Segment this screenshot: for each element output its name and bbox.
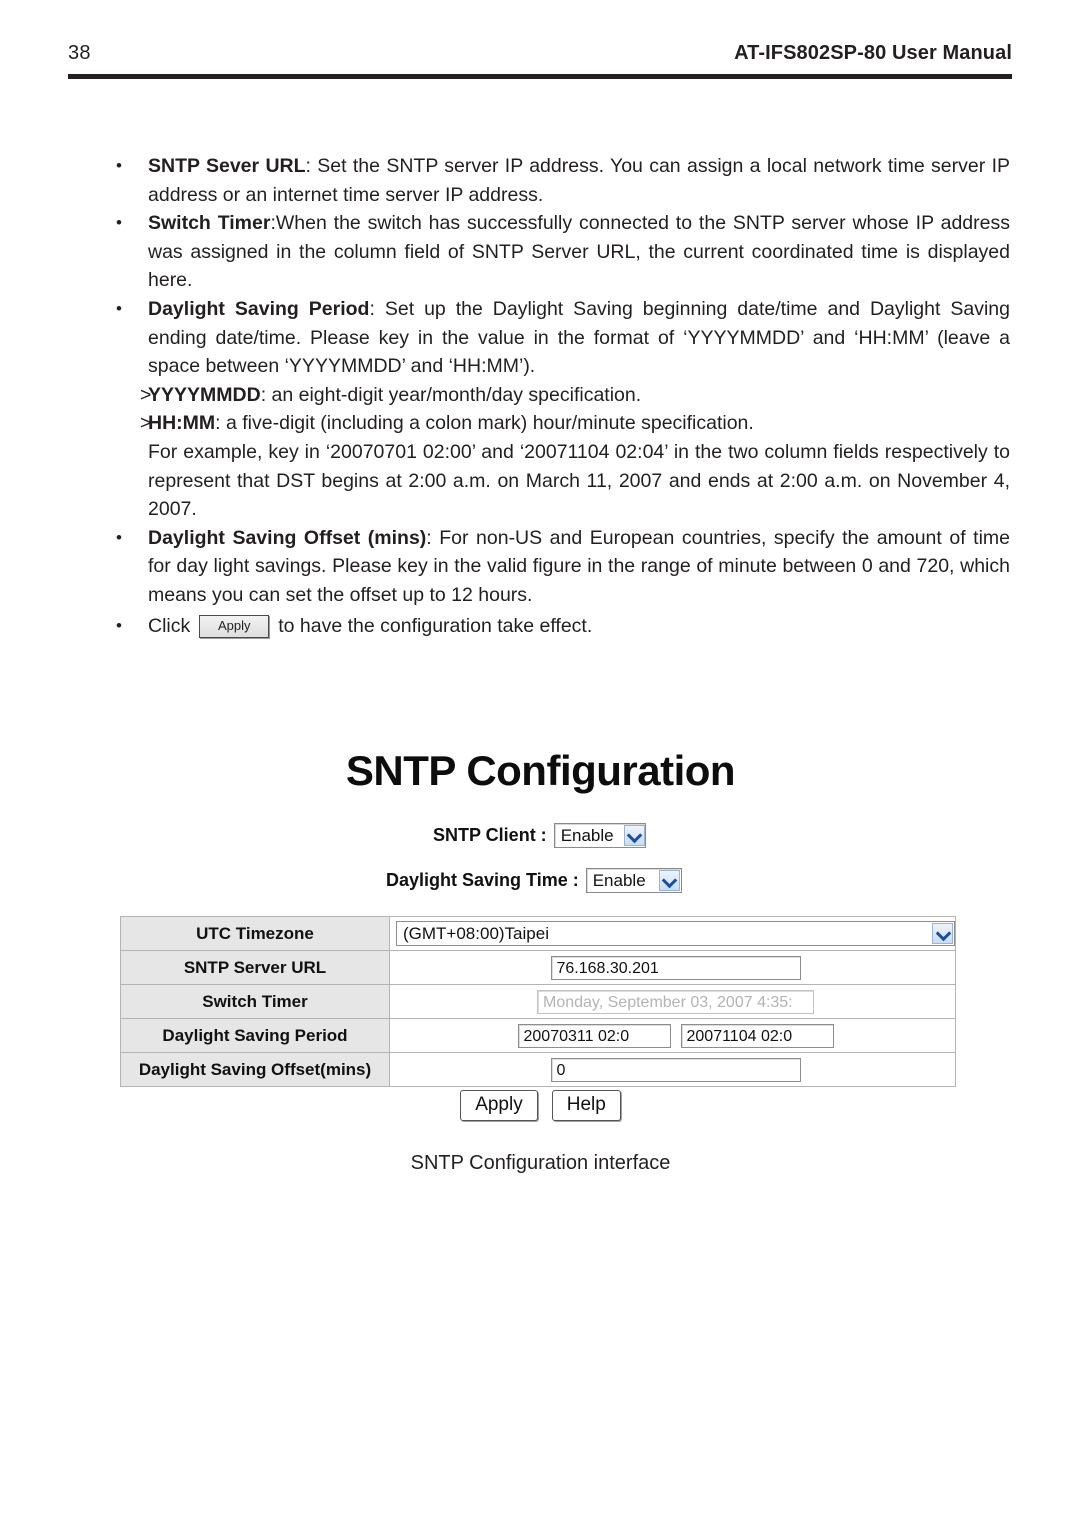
daylight-saving-time-value: Enable — [592, 870, 646, 890]
bullet-switch-timer: • Switch Timer:When the switch has succe… — [110, 209, 1010, 295]
switch-timer-input: Monday, September 03, 2007 4:35: — [537, 989, 814, 1014]
cell-inner: 20070311 02:0 20071104 02:0 — [396, 1020, 955, 1051]
sntp-client-select[interactable]: Enable — [553, 823, 646, 848]
row-label-daylight-saving-offset: Daylight Saving Offset(mins) — [120, 1052, 390, 1087]
page-header: 38 AT-IFS802SP-80 User Manual — [68, 42, 1012, 76]
manual-title: AT-IFS802SP-80 User Manual — [734, 42, 1012, 64]
sntp-client-value: Enable — [560, 825, 614, 845]
table-row: Daylight Saving Period 20070311 02:0 200… — [120, 1018, 956, 1053]
sntp-server-url-input[interactable]: 76.168.30.201 — [550, 955, 801, 980]
bullet-glyph: • — [116, 213, 122, 233]
table-row: UTC Timezone (GMT+08:00)Taipei — [120, 916, 956, 951]
table-row: Daylight Saving Offset(mins) 0 — [120, 1052, 956, 1087]
row-label-switch-timer: Switch Timer — [120, 984, 390, 1019]
sub-item-term: HH:MM — [148, 412, 216, 435]
row-value-utc-timezone: (GMT+08:00)Taipei — [389, 916, 956, 951]
cell-inner: (GMT+08:00)Taipei — [396, 918, 955, 949]
sub-item-yyyymmdd: > YYYYMMDD: an eight-digit year/month/da… — [110, 381, 1010, 410]
sub-item-hhmm: > HH:MM: a five-digit (including a colon… — [110, 409, 1010, 438]
help-button[interactable]: Help — [551, 1090, 621, 1121]
row-value-switch-timer: Monday, September 03, 2007 4:35: — [389, 984, 956, 1019]
row-value-sntp-server-url: 76.168.30.201 — [389, 950, 956, 985]
bullet-daylight-saving-period: • Daylight Saving Period: Set up the Day… — [110, 295, 1010, 381]
sub-item-marker: > — [140, 412, 152, 435]
chevron-down-icon[interactable] — [932, 923, 953, 944]
daylight-saving-time-select[interactable]: Enable — [585, 868, 682, 893]
sub-item-marker: > — [140, 383, 152, 406]
click-text-before: Click — [148, 614, 191, 637]
utc-timezone-value: (GMT+08:00)Taipei — [403, 923, 549, 943]
bullet-term: Daylight Saving Period — [148, 297, 370, 320]
click-text-after: to have the configuration take effect. — [278, 614, 593, 637]
daylight-saving-period-end-input[interactable]: 20071104 02:0 — [680, 1023, 834, 1048]
bullet-text: :When the switch has successfully connec… — [148, 212, 1010, 292]
sub-item-text: : a five-digit (including a colon mark) … — [215, 412, 754, 435]
cell-inner: 76.168.30.201 — [396, 952, 955, 983]
table-row: Switch Timer Monday, September 03, 2007 … — [120, 984, 956, 1019]
bullet-glyph: • — [116, 615, 122, 635]
row-label-daylight-saving-period: Daylight Saving Period — [120, 1018, 390, 1053]
screenshot-button-bar: Apply Help — [118, 1090, 963, 1121]
bullet-sntp-server-url: • SNTP Sever URL: Set the SNTP server IP… — [110, 152, 1010, 209]
body-content: • SNTP Sever URL: Set the SNTP server IP… — [110, 152, 1010, 640]
bullet-glyph: • — [116, 527, 122, 547]
bullet-glyph: • — [116, 156, 122, 175]
sntp-configuration-screenshot: SNTP Configuration SNTP Client : Enable … — [118, 735, 963, 1135]
daylight-saving-offset-input[interactable]: 0 — [550, 1057, 801, 1082]
row-label-utc-timezone: UTC Timezone — [120, 916, 390, 951]
chevron-down-icon[interactable] — [623, 825, 645, 846]
chevron-down-icon[interactable] — [658, 870, 680, 891]
inline-apply-button[interactable]: Apply — [199, 614, 270, 638]
bullet-daylight-saving-offset: • Daylight Saving Offset (mins): For non… — [110, 524, 1010, 610]
page-number: 38 — [68, 42, 91, 64]
bullet-term: SNTP Sever URL — [148, 155, 306, 177]
bullet-glyph: • — [116, 298, 122, 318]
cell-inner: Monday, September 03, 2007 4:35: — [396, 986, 955, 1017]
bullet-click-apply: • Click Apply to have the configuration tak… — [110, 612, 1010, 641]
daylight-saving-period-start-input[interactable]: 20070311 02:0 — [517, 1023, 671, 1048]
sub-item-term: YYYYMMDD — [148, 383, 261, 406]
sntp-client-row: SNTP Client : Enable — [433, 823, 646, 848]
sntp-settings-table: UTC Timezone (GMT+08:00)Taipei SNTP Serv… — [120, 916, 956, 1087]
row-label-sntp-server-url: SNTP Server URL — [120, 950, 390, 985]
table-row: SNTP Server URL 76.168.30.201 — [120, 950, 956, 985]
sntp-client-label: SNTP Client : — [433, 825, 547, 845]
screenshot-title: SNTP Configuration — [345, 747, 736, 794]
bullet-term: Daylight Saving Offset (mins) — [148, 526, 427, 549]
apply-button[interactable]: Apply — [460, 1090, 538, 1121]
daylight-saving-time-row: Daylight Saving Time : Enable — [386, 868, 682, 893]
bullet-term: Switch Timer — [148, 212, 271, 235]
sub-item-text: : an eight-digit year/month/day specific… — [260, 383, 642, 406]
header-divider — [68, 74, 1012, 79]
cell-inner: 0 — [396, 1054, 955, 1085]
daylight-saving-time-label: Daylight Saving Time : — [386, 870, 579, 890]
example-paragraph: For example, key in ‘20070701 02:00’ and… — [148, 440, 1010, 521]
row-value-daylight-saving-offset: 0 — [389, 1052, 956, 1087]
row-value-daylight-saving-period: 20070311 02:0 20071104 02:0 — [389, 1018, 956, 1053]
utc-timezone-select[interactable]: (GMT+08:00)Taipei — [396, 921, 955, 946]
figure-caption: SNTP Configuration interface — [410, 1152, 671, 1174]
